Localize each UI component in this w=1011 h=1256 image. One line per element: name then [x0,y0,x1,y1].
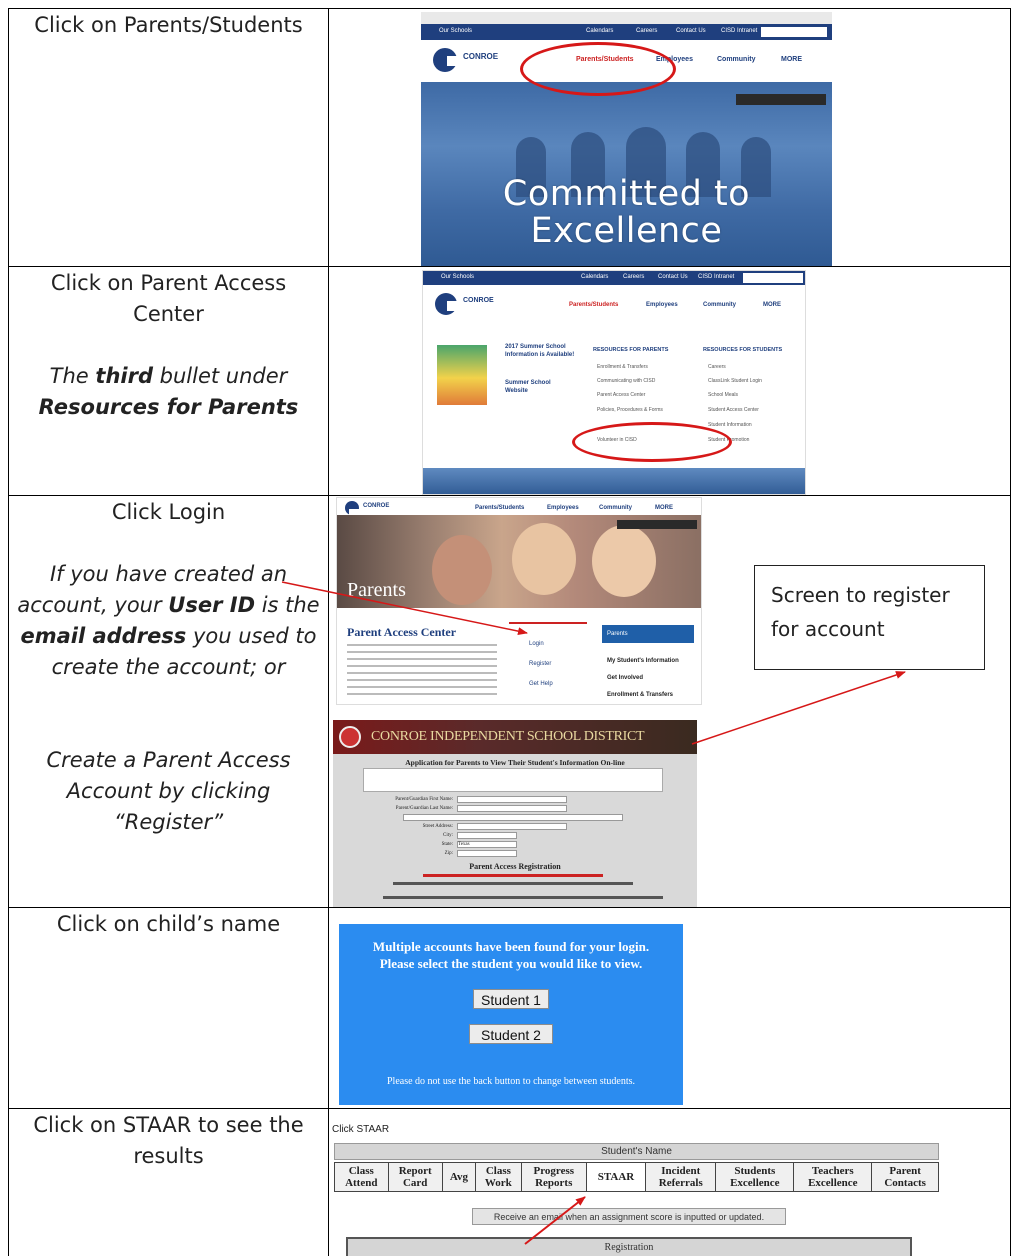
arrow-to-staar [524,1196,586,1245]
arrow-to-register-screen [691,671,906,745]
annotation-arrows [281,581,906,1245]
arrow-to-login [281,581,528,636]
